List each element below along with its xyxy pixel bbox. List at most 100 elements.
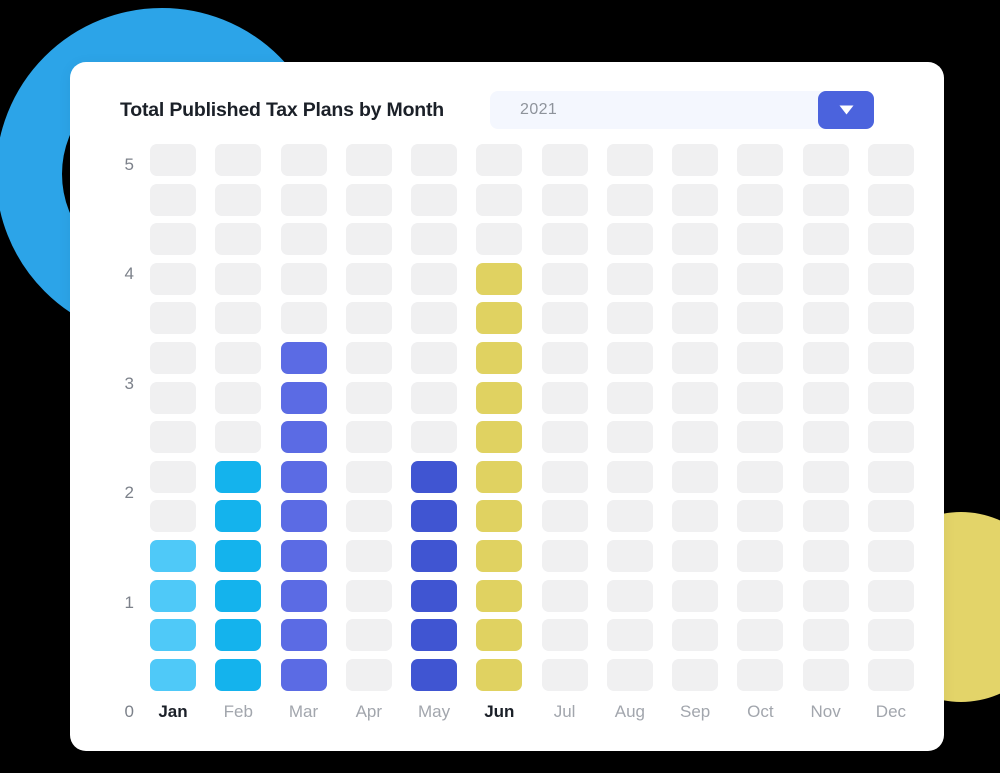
empty-cell	[345, 619, 392, 652]
card-header: Total Published Tax Plans by Month 2021	[100, 86, 914, 134]
month-column	[411, 144, 458, 691]
x-axis-tick-jul[interactable]: Jul	[542, 702, 588, 722]
empty-cell	[737, 302, 784, 335]
filled-cell	[476, 342, 523, 375]
empty-cell	[672, 540, 719, 573]
year-select-toggle-button[interactable]	[818, 91, 875, 129]
empty-cell	[345, 460, 392, 493]
empty-cell	[345, 500, 392, 533]
empty-cell	[345, 183, 392, 216]
empty-cell	[606, 460, 653, 493]
filled-cell	[280, 619, 327, 652]
empty-cell	[541, 144, 588, 176]
empty-cell	[867, 144, 914, 176]
filled-cell	[215, 500, 262, 533]
empty-cell	[672, 421, 719, 454]
filled-cell	[150, 579, 196, 612]
empty-cell	[867, 421, 914, 454]
grid-wrapper: Jan Feb Mar Apr May Jun Jul Aug Sep Oct Nov Dec	[150, 144, 914, 733]
filled-cell	[476, 658, 523, 691]
empty-cell	[280, 144, 327, 176]
month-column	[606, 144, 653, 691]
empty-cell	[737, 540, 784, 573]
filled-cell	[411, 500, 458, 533]
page-title: Total Published Tax Plans by Month	[120, 98, 445, 121]
empty-cell	[606, 183, 653, 216]
empty-cell	[867, 381, 914, 414]
empty-cell	[280, 183, 327, 216]
filled-cell	[280, 342, 327, 375]
x-axis-tick-mar[interactable]: Mar	[281, 702, 327, 722]
empty-cell	[867, 579, 914, 612]
empty-cell	[672, 223, 719, 256]
empty-cell	[345, 579, 392, 612]
empty-cell	[541, 658, 588, 691]
filled-cell	[215, 579, 262, 612]
empty-cell	[802, 144, 849, 176]
empty-cell	[541, 460, 588, 493]
empty-cell	[476, 223, 523, 256]
empty-cell	[672, 658, 719, 691]
x-axis-tick-oct[interactable]: Oct	[737, 702, 783, 722]
filled-cell	[215, 619, 262, 652]
empty-cell	[411, 381, 458, 414]
y-axis-tick: 0	[124, 701, 134, 721]
empty-cell	[280, 302, 327, 335]
empty-cell	[737, 421, 784, 454]
empty-cell	[606, 540, 653, 573]
filled-cell	[411, 460, 458, 493]
empty-cell	[802, 262, 849, 295]
empty-cell	[867, 658, 914, 691]
x-axis-tick-apr[interactable]: Apr	[346, 702, 392, 722]
y-axis-tick: 4	[124, 264, 134, 284]
empty-cell	[541, 262, 588, 295]
empty-cell	[411, 223, 458, 256]
month-column	[672, 144, 719, 691]
empty-cell	[150, 223, 196, 256]
empty-cell	[215, 183, 262, 216]
filled-cell	[280, 421, 327, 454]
empty-cell	[280, 223, 327, 256]
empty-cell	[867, 342, 914, 375]
empty-cell	[802, 223, 849, 256]
empty-cell	[737, 619, 784, 652]
empty-cell	[345, 223, 392, 256]
empty-cell	[606, 342, 653, 375]
month-column	[802, 144, 849, 691]
empty-cell	[737, 223, 784, 256]
month-column	[150, 144, 196, 691]
empty-cell	[215, 144, 262, 176]
x-axis-tick-feb[interactable]: Feb	[215, 702, 261, 722]
filled-cell	[476, 262, 523, 295]
filled-cell	[476, 579, 523, 612]
filled-cell	[215, 460, 262, 493]
empty-cell	[867, 540, 914, 573]
chevron-down-icon	[839, 105, 854, 115]
empty-cell	[672, 381, 719, 414]
empty-cell	[802, 619, 849, 652]
filled-cell	[476, 460, 523, 493]
empty-cell	[150, 144, 196, 176]
x-axis-tick-nov[interactable]: Nov	[803, 702, 849, 722]
empty-cell	[150, 460, 196, 493]
empty-cell	[215, 223, 262, 256]
empty-cell	[541, 302, 588, 335]
empty-cell	[802, 658, 849, 691]
x-axis-tick-may[interactable]: May	[411, 702, 457, 722]
empty-cell	[541, 183, 588, 216]
year-select[interactable]: 2021	[490, 91, 875, 129]
x-axis-tick-sep[interactable]: Sep	[672, 702, 718, 722]
empty-cell	[541, 381, 588, 414]
empty-cell	[476, 144, 523, 176]
x-axis-tick-dec[interactable]: Dec	[868, 702, 914, 722]
x-axis-tick-aug[interactable]: Aug	[607, 702, 653, 722]
empty-cell	[411, 183, 458, 216]
y-axis: 5 4 3 2 1 0	[100, 144, 144, 733]
empty-cell	[345, 302, 392, 335]
filled-cell	[280, 500, 327, 533]
x-axis-tick-jun[interactable]: Jun	[476, 702, 522, 722]
x-axis-tick-jan[interactable]: Jan	[150, 702, 196, 722]
empty-cell	[672, 460, 719, 493]
x-axis: Jan Feb Mar Apr May Jun Jul Aug Sep Oct Nov Dec	[150, 691, 914, 733]
filled-cell	[280, 540, 327, 573]
